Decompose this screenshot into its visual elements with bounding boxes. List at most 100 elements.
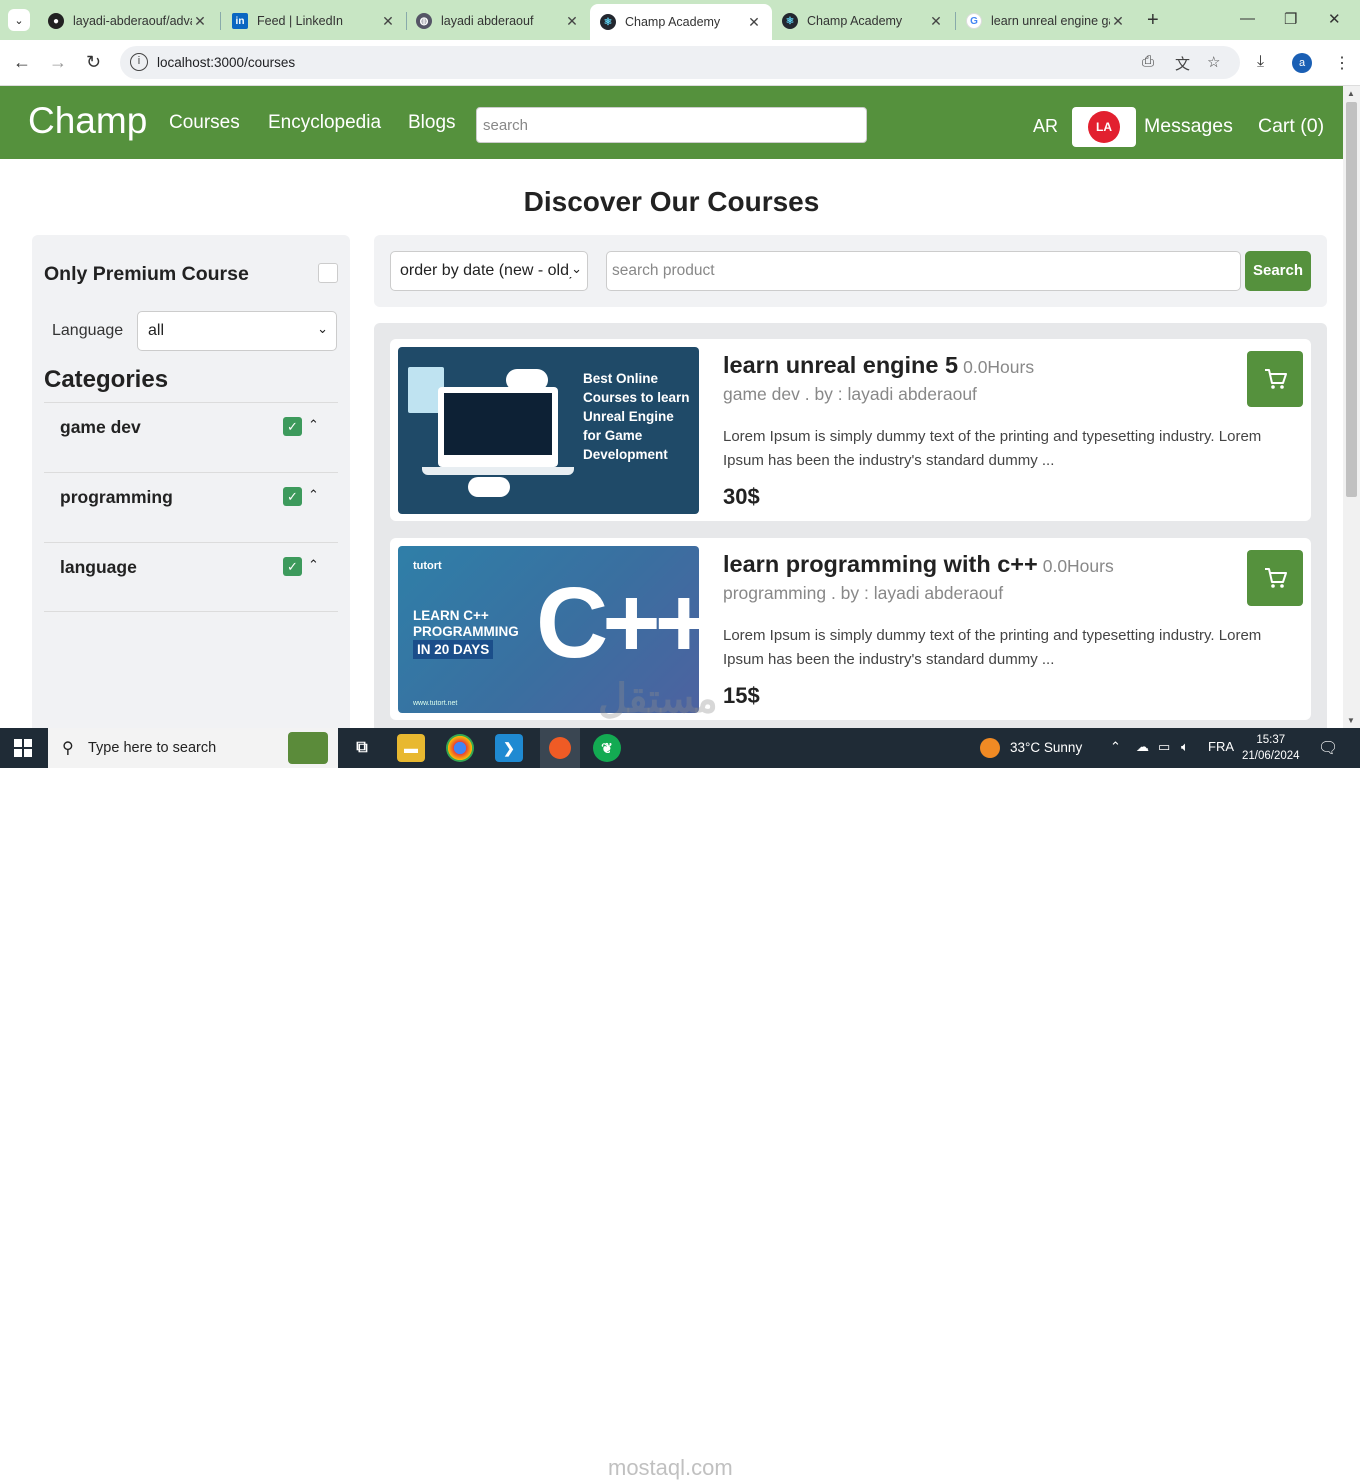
course-title[interactable]: learn unreal engine 5 0.0Hours [723,352,1034,379]
network-icon[interactable]: ▭ [1158,739,1170,755]
minimize-icon[interactable]: — [1240,10,1255,27]
google-icon: G [966,13,982,29]
course-description: Lorem Ipsum is simply dummy text of the … [723,428,1262,469]
globe-icon: ◍ [416,13,432,29]
course-title-text[interactable]: learn programming with c++ [723,551,1038,577]
restore-icon[interactable]: ❐ [1284,10,1297,28]
react-icon: ⚛ [782,13,798,29]
order-select-value: order by date (new - old) [400,262,575,279]
scroll-up-arrow-icon[interactable]: ▲ [1347,89,1355,98]
scroll-down-arrow-icon[interactable]: ▼ [1347,716,1355,725]
premium-checkbox[interactable] [318,263,338,283]
chrome-icon[interactable] [446,734,474,762]
address-bar[interactable]: i localhost:3000/courses ⎙ 文 ☆ [120,46,1240,79]
forward-icon[interactable]: → [49,52,67,73]
filter-sidebar: Only Premium Course Language all ⌄ Categ… [32,235,350,728]
add-to-cart-button[interactable] [1247,550,1303,606]
chevron-up-icon[interactable]: ⌃ [308,557,319,573]
windows-taskbar: ⚲ Type here to search ⧉ ▬ ❯ ❦ mostaql.co… [0,728,1360,1480]
page-viewport: Champ Courses Encyclopedia Blogs search … [0,86,1343,728]
course-price: 15$ [723,683,760,708]
tab-search-button[interactable]: ⌄ [8,9,30,31]
postman-icon[interactable] [540,728,580,768]
language-select[interactable]: all ⌄ [137,311,337,351]
vscode-icon[interactable]: ❯ [495,734,523,762]
tray-chevron-up-icon[interactable]: ⌃ [1110,739,1121,755]
avatar[interactable]: LA [1088,111,1120,143]
close-tab-icon[interactable]: ✕ [380,13,396,30]
category-checkbox[interactable]: ✓ [283,557,302,576]
input-language[interactable]: FRA [1208,739,1234,754]
weather-sun-icon[interactable] [980,738,1000,758]
bookmark-star-icon[interactable]: ☆ [1207,53,1220,71]
course-thumbnail[interactable]: Best Online Courses to learn Unreal Engi… [398,347,699,514]
close-tab-icon[interactable]: ✕ [928,13,944,30]
reload-icon[interactable]: ↻ [86,52,101,73]
windows-start-icon[interactable] [14,739,32,757]
close-window-icon[interactable]: ✕ [1328,10,1341,28]
search-button[interactable]: Search [1245,251,1311,291]
tab-champ-academy[interactable]: ⚛ Champ Academy ✕ [772,6,954,36]
tab-champ-academy-active[interactable]: ⚛ Champ Academy ✕ [590,4,772,40]
tab-github[interactable]: ● layadi-abderaouf/advanced ✕ [38,6,218,36]
clock-date: 21/06/2024 [1242,750,1300,762]
page-scrollbar[interactable]: ▲ ▼ [1343,86,1360,728]
product-search-input[interactable]: search product [606,251,1241,291]
volume-icon[interactable]: 🔈︎ [1181,739,1189,755]
nav-encyclopedia[interactable]: Encyclopedia [268,112,381,134]
brand-logo[interactable]: Champ [28,100,147,142]
language-toggle[interactable]: AR [1033,116,1058,137]
category-checkbox[interactable]: ✓ [283,417,302,436]
category-language: language ✓ ⌃ [44,542,338,612]
notification-icon[interactable]: 🗨︎ [1318,738,1338,758]
site-info-icon[interactable]: i [130,53,148,71]
nav-courses[interactable]: Courses [169,112,240,134]
profile-avatar[interactable]: a [1292,53,1312,73]
task-view-icon[interactable]: ⧉ [348,734,376,762]
tab-title: layadi-abderaouf/advanced [73,14,192,28]
close-tab-icon[interactable]: ✕ [564,13,580,30]
close-tab-icon[interactable]: ✕ [1110,13,1126,30]
scrollbar-thumb[interactable] [1346,102,1357,497]
divider [44,611,338,612]
category-checkbox[interactable]: ✓ [283,487,302,506]
user-menu[interactable]: LA [1072,107,1136,147]
tab-linkedin[interactable]: in Feed | LinkedIn ✕ [222,6,406,36]
controller-icon [468,477,510,497]
url-text[interactable]: localhost:3000/courses [157,55,295,70]
chevron-up-icon[interactable]: ⌃ [308,487,319,503]
watermark-arabic: مستقل [598,677,718,721]
tab-google-search[interactable]: G learn unreal engine game ✕ [956,6,1136,36]
order-select[interactable]: order by date (new - old) ⌄ [390,251,588,291]
onedrive-icon[interactable]: ☁ [1136,739,1149,755]
thumbnail-caption: Best Online Courses to learn Unreal Engi… [583,371,690,462]
course-title[interactable]: learn programming with c++ 0.0Hours [723,551,1114,578]
menu-kebab-icon[interactable]: ⋮ [1334,53,1350,73]
site-search-input[interactable]: search [476,107,867,143]
course-title-text[interactable]: learn unreal engine 5 [723,352,958,378]
messages-link[interactable]: Messages [1144,115,1233,138]
nav-blogs[interactable]: Blogs [408,112,456,134]
weather-text[interactable]: 33°C Sunny [1010,740,1082,755]
chevron-up-icon[interactable]: ⌃ [308,417,319,433]
system-clock[interactable]: 15:37 21/06/2024 [1242,732,1300,764]
install-app-icon[interactable]: ⎙ [1142,53,1154,70]
premium-filter-label: Only Premium Course [44,263,249,285]
add-to-cart-button[interactable] [1247,351,1303,407]
translate-icon[interactable]: 文 [1175,53,1190,74]
file-explorer-icon[interactable]: ▬ [397,734,425,762]
tab-title: Feed | LinkedIn [257,14,343,28]
close-tab-icon[interactable]: ✕ [192,13,208,30]
course-card[interactable]: tutort LEARN C++ PROGRAMMING IN 20 DAYS … [390,538,1311,720]
new-tab-icon[interactable]: + [1147,9,1159,32]
downloads-icon[interactable]: ⤓ [1257,53,1264,71]
cart-link[interactable]: Cart (0) [1258,115,1324,138]
course-description: Lorem Ipsum is simply dummy text of the … [723,627,1262,668]
mongodb-compass-icon[interactable]: ❦ [593,734,621,762]
tab-separator [220,12,221,30]
tab-portfolio[interactable]: ◍ layadi abderaouf ✕ [406,6,590,36]
back-icon[interactable]: ← [13,52,31,73]
taskbar-search[interactable]: ⚲ Type here to search [48,728,338,768]
close-tab-icon[interactable]: ✕ [746,14,762,31]
course-card[interactable]: Best Online Courses to learn Unreal Engi… [390,339,1311,521]
